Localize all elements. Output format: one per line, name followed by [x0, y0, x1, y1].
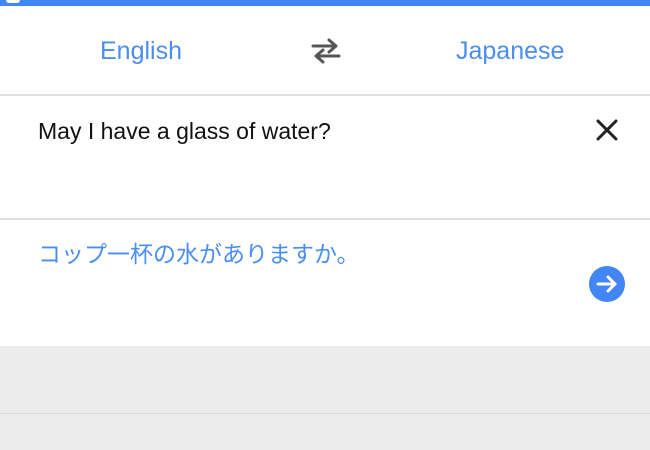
panel-divider — [0, 413, 650, 414]
arrow-right-icon — [596, 275, 617, 293]
translation-output-area: コップ一杯の水がありますか。 — [0, 220, 650, 346]
close-icon — [596, 119, 618, 141]
swap-languages-button[interactable] — [309, 36, 343, 66]
clear-input-button[interactable] — [593, 116, 621, 144]
history-panel — [0, 346, 650, 450]
source-language-button[interactable]: English — [100, 36, 182, 66]
language-bar: English Japanese — [0, 6, 650, 95]
input-area[interactable]: May I have a glass of water? — [0, 96, 650, 218]
swap-arrows-icon — [311, 38, 341, 64]
input-text[interactable]: May I have a glass of water? — [38, 116, 331, 146]
target-language-button[interactable]: Japanese — [456, 36, 564, 66]
open-translation-button[interactable] — [589, 266, 625, 302]
status-notch — [6, 0, 20, 3]
translation-text: コップ一杯の水がありますか。 — [38, 242, 360, 268]
translate-app: English Japanese May I have a glass of w… — [0, 0, 650, 450]
